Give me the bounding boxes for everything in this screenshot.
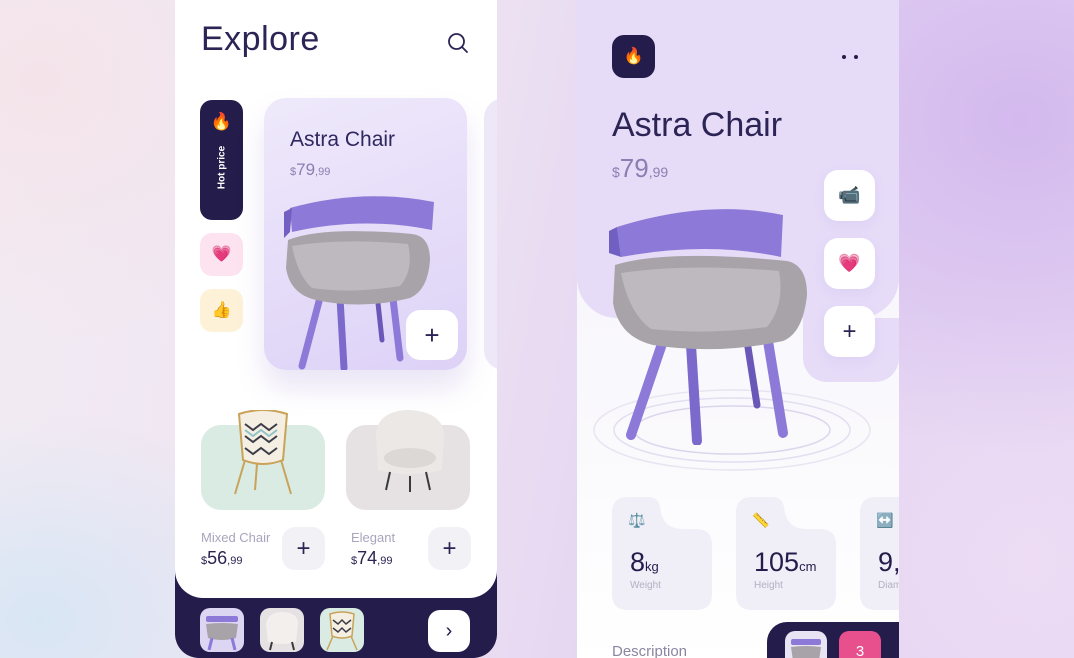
astra-chair-large-image [609, 209, 807, 445]
cart-bar[interactable]: 3 [767, 622, 899, 658]
elegant-chair-image [376, 410, 444, 492]
next-product-card[interactable] [484, 98, 497, 370]
astra-chair-thumb [206, 616, 238, 651]
favorite-button[interactable]: 💗 [824, 238, 875, 289]
next-button[interactable]: › [428, 610, 470, 652]
detail-screen: 🔥 Astra Chair $79,99 📹 💗 + ⚖️ 8kg Weight [577, 0, 899, 658]
diameter-label: Diam [878, 580, 899, 591]
mixed-chair-image [234, 410, 292, 495]
page-title: Explore [201, 20, 320, 58]
hot-price-filter[interactable]: 🔥 Hot price [200, 100, 243, 220]
product-card-mixed-chair[interactable] [201, 410, 325, 510]
nav-thumb-astra[interactable] [200, 608, 244, 652]
video-button[interactable]: 📹 [824, 170, 875, 221]
hot-price-label: Hot price [216, 145, 228, 190]
heart-icon: 💗 [211, 246, 232, 263]
astra-chair-thumb [791, 639, 821, 658]
thumbs-up-icon: 👍 [211, 302, 232, 319]
add-mixed-chair-button[interactable]: + [282, 527, 325, 570]
search-icon[interactable] [446, 31, 470, 55]
add-to-cart-button[interactable]: + [406, 310, 458, 360]
fire-icon: 🔥 [623, 48, 644, 65]
nav-thumb-elegant[interactable] [260, 608, 304, 652]
more-dots-icon[interactable] [837, 50, 863, 64]
add-elegant-button[interactable]: + [428, 527, 471, 570]
explore-content: Explore 🔥 Hot price 💗 👍 Astra Chair $79,… [175, 0, 497, 598]
cart-item-thumb[interactable] [785, 631, 827, 658]
product-price-elegant: $74,99 [351, 548, 393, 568]
height-label: Height [754, 580, 783, 591]
cart-count-badge[interactable]: 3 [839, 631, 881, 658]
heart-icon: 💗 [838, 253, 861, 273]
featured-product-price: $79,99 [290, 160, 331, 179]
featured-product-card[interactable]: Astra Chair $79,99 + [264, 98, 467, 370]
liked-filter[interactable]: 👍 [200, 289, 243, 332]
add-to-cart-button[interactable]: + [824, 306, 875, 357]
spec-diameter: ↔️ 9, Diam [860, 497, 899, 610]
video-camera-icon: 📹 [838, 185, 861, 205]
ruler-icon: 📏 [752, 512, 770, 528]
spec-height: 📏 105cm Height [736, 497, 836, 610]
mixed-chair-thumb [326, 611, 358, 651]
diameter-value: 9, [878, 547, 899, 577]
product-card-elegant[interactable] [346, 410, 470, 510]
nav-thumb-mixed[interactable] [320, 608, 364, 652]
width-arrows-icon: ↔️ [876, 512, 894, 528]
spec-card-bg [612, 497, 712, 610]
product-price-mixed-chair: $56,99 [201, 548, 243, 568]
scale-icon: ⚖️ [628, 512, 646, 528]
explore-screen: Explore 🔥 Hot price 💗 👍 Astra Chair $79,… [175, 0, 497, 658]
description-heading: Description [612, 643, 688, 658]
product-name-elegant: Elegant [351, 530, 396, 545]
hot-badge-button[interactable]: 🔥 [612, 35, 655, 78]
product-title: Astra Chair [612, 106, 783, 144]
product-price: $79,99 [612, 153, 669, 183]
featured-product-name: Astra Chair [290, 128, 396, 151]
height-value: 105cm [754, 547, 817, 577]
weight-label: Weight [630, 580, 661, 591]
favorites-filter[interactable]: 💗 [200, 233, 243, 276]
weight-value: 8kg [630, 547, 659, 577]
product-name-mixed-chair: Mixed Chair [201, 530, 271, 545]
spec-weight: ⚖️ 8kg Weight [612, 497, 712, 610]
elegant-chair-thumb [266, 612, 298, 651]
